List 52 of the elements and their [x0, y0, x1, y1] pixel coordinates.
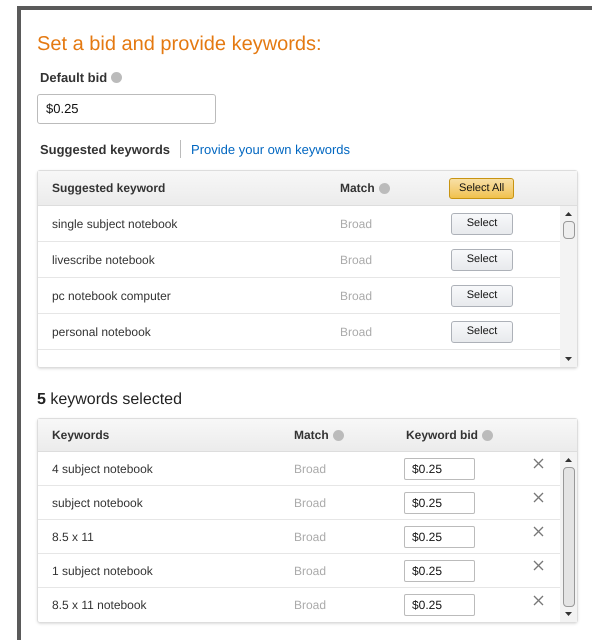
- select-button[interactable]: Select: [451, 284, 513, 306]
- select-button[interactable]: Select: [451, 248, 513, 270]
- field-label: Default bid: [40, 69, 108, 87]
- scroll-thumb[interactable]: [562, 467, 574, 607]
- scroll-up-icon[interactable]: [565, 458, 572, 462]
- scroll-up-icon[interactable]: [565, 212, 572, 216]
- table-cell-text: livescribe notebook: [52, 252, 156, 268]
- table-cell-text: single subject notebook: [52, 216, 178, 232]
- tab[interactable]: Provide your own keywords: [191, 140, 350, 159]
- table-cell-text: Broad: [294, 597, 328, 614]
- table-cell-text: Broad: [340, 288, 374, 304]
- scrollbar[interactable]: [560, 452, 577, 622]
- table-cell-text: 1 subject notebook: [52, 562, 154, 580]
- table-cell-text: pc notebook computer: [52, 288, 172, 304]
- bid-field[interactable]: $0.25: [404, 526, 475, 548]
- scroll-down-icon[interactable]: [565, 612, 572, 616]
- remove-icon[interactable]: [533, 492, 544, 503]
- bid-field[interactable]: $0.25: [404, 492, 475, 514]
- tab[interactable]: Suggested keywords: [40, 140, 170, 159]
- column-header: Keywords: [52, 427, 110, 444]
- remove-icon[interactable]: [533, 594, 544, 606]
- bid-field[interactable]: $0.25: [404, 594, 475, 616]
- remove-icon[interactable]: [533, 560, 544, 571]
- table-cell-text: 8.5 x 11: [52, 528, 95, 546]
- select-all-button[interactable]: Select All: [449, 178, 514, 198]
- bid-field[interactable]: $0.25: [404, 560, 475, 582]
- selection-summary: 5 keywords selected: [37, 391, 182, 408]
- table-cell-text: personal notebook: [52, 324, 152, 340]
- remove-icon[interactable]: [533, 458, 544, 469]
- select-button[interactable]: Select: [451, 320, 513, 342]
- table-cell-text: Broad: [294, 460, 328, 478]
- page-title: Set a bid and provide keywords:: [37, 34, 323, 54]
- table-cell-text: Broad: [294, 528, 328, 546]
- column-header: Suggested keyword: [52, 180, 166, 197]
- remove-icon[interactable]: [533, 526, 544, 537]
- scrollbar[interactable]: [560, 206, 577, 367]
- select-button[interactable]: Select: [451, 212, 513, 234]
- column-header: Match: [340, 180, 375, 197]
- column-header: Match: [294, 427, 329, 444]
- scroll-down-icon[interactable]: [565, 357, 572, 361]
- scroll-thumb[interactable]: [562, 221, 574, 239]
- column-header: Keyword bid: [406, 427, 478, 444]
- table-cell-text: Broad: [340, 216, 374, 232]
- table-cell-text: Broad: [294, 562, 328, 580]
- default-bid-field[interactable]: $0.25: [37, 94, 216, 124]
- table-cell-text: Broad: [340, 324, 374, 340]
- table-cell-text: Broad: [340, 252, 374, 268]
- table-cell-text: Broad: [294, 494, 328, 512]
- table-cell-text: 4 subject notebook: [52, 460, 154, 478]
- bid-field[interactable]: $0.25: [404, 458, 475, 480]
- table-cell-text: 8.5 x 11 notebook: [52, 597, 148, 614]
- table-cell-text: subject notebook: [52, 494, 144, 512]
